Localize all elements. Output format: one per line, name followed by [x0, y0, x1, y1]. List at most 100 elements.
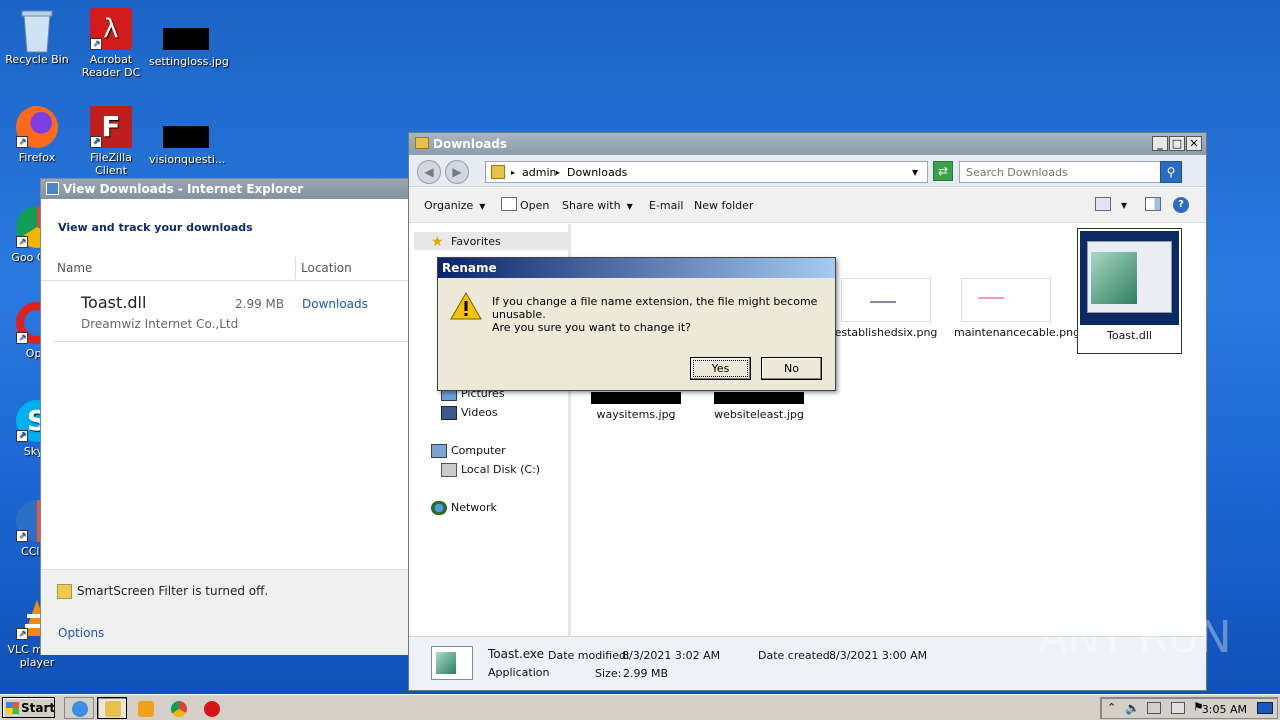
maximize-button[interactable]: □ — [1169, 136, 1185, 151]
search-input[interactable] — [960, 162, 1156, 182]
shortcut-arrow-icon: ↗ — [16, 236, 28, 248]
clock[interactable]: 3:05 AM — [1202, 703, 1247, 716]
nav-network[interactable]: Network — [431, 501, 497, 515]
desktop-icon-firefox[interactable]: ↗ Firefox — [0, 106, 74, 164]
taskbar-chrome-button[interactable] — [163, 697, 193, 719]
power-icon[interactable] — [1171, 702, 1185, 714]
chevron-up-icon[interactable]: ⌃ — [1107, 701, 1116, 714]
desktop-icon-settingloss[interactable]: settingloss.jpg — [149, 8, 229, 68]
filezilla-icon: F ↗ — [90, 106, 132, 148]
download-item-name[interactable]: Toast.dll — [81, 293, 146, 312]
column-divider — [295, 257, 296, 279]
organize-menu[interactable]: Organize ▼ — [424, 199, 485, 212]
nav-videos-label: Videos — [461, 406, 498, 419]
download-item-size: 2.99 MB — [235, 297, 285, 311]
smartscreen-text: SmartScreen Filter is turned off. — [77, 584, 269, 598]
close-button[interactable]: ✕ — [1186, 136, 1202, 151]
share-with-menu[interactable]: Share with ▼ — [562, 199, 633, 212]
yes-button[interactable]: Yes — [690, 357, 751, 380]
divider — [53, 341, 409, 342]
shortcut-arrow-icon: ↗ — [16, 628, 28, 640]
chevron-right-icon: ▸ — [511, 168, 516, 177]
file-item[interactable]: establishedsix.png — [834, 278, 938, 339]
warning-icon — [450, 291, 482, 320]
nav-local-disk-label: Local Disk (C:) — [461, 463, 541, 476]
column-name[interactable]: Name — [57, 261, 92, 275]
folder-icon — [105, 701, 121, 717]
ie-downloads-window[interactable]: View Downloads - Internet Explorer View … — [40, 178, 410, 655]
email-button[interactable]: E-mail — [649, 199, 684, 212]
breadcrumb-admin[interactable]: admin — [522, 166, 556, 179]
file-item[interactable]: maintenancecable.png — [954, 278, 1081, 339]
folder-icon — [491, 165, 505, 179]
file-item[interactable]: websiteleast.jpg — [707, 392, 811, 421]
search-icon[interactable]: ⚲ — [1160, 161, 1182, 183]
breadcrumb-downloads[interactable]: Downloads — [567, 166, 627, 179]
chevron-down-icon[interactable]: ▼ — [1121, 201, 1127, 210]
nav-favorites[interactable]: ★ Favorites — [431, 235, 501, 249]
taskbar-opera-button[interactable] — [196, 697, 226, 719]
details-modified: 8/3/2021 3:02 AM — [622, 649, 721, 662]
address-bar[interactable]: ▸ admin ▸ Downloads ▼ — [485, 161, 928, 183]
shortcut-arrow-icon: ↗ — [16, 332, 28, 344]
ie-footer: SmartScreen Filter is turned off. Option… — [41, 569, 409, 655]
new-folder-button[interactable]: New folder — [694, 199, 753, 212]
search-box[interactable]: ⚲ — [959, 161, 1182, 183]
rename-dialog-title[interactable]: Rename — [438, 258, 835, 278]
ie-heading: View and track your downloads — [58, 221, 253, 234]
no-button[interactable]: No — [761, 357, 822, 380]
open-button[interactable]: Open — [520, 199, 549, 212]
chevron-down-icon[interactable]: ▼ — [912, 168, 918, 177]
rename-question: Are you sure you want to change it? — [492, 321, 691, 334]
nav-local-disk[interactable]: Local Disk (C:) — [441, 463, 541, 477]
system-tray: ⌃ 🔈 ⚑ 3:05 AM — [1100, 697, 1278, 719]
drive-icon — [441, 463, 457, 477]
minimize-button[interactable]: _ — [1152, 136, 1168, 151]
file-item[interactable]: waysitems.jpg — [584, 392, 688, 421]
explorer-title-bar[interactable]: Downloads _ □ ✕ — [409, 133, 1206, 155]
media-player-icon — [138, 701, 154, 717]
image-thumbnail — [591, 392, 681, 404]
file-name: maintenancecable.png — [954, 326, 1081, 339]
ie-icon — [46, 182, 59, 195]
nav-videos[interactable]: Videos — [441, 406, 498, 420]
rename-dialog[interactable]: Rename If you change a file name extensi… — [437, 257, 836, 391]
column-location[interactable]: Location — [301, 261, 352, 275]
desktop-icon-visionquest[interactable]: visionquesti... — [149, 106, 225, 166]
ie-title-bar[interactable]: View Downloads - Internet Explorer — [41, 179, 409, 199]
network-icon — [431, 501, 447, 515]
file-item-selected[interactable]: Toast.dll — [1077, 228, 1182, 354]
show-desktop-icon[interactable] — [1257, 702, 1273, 714]
refresh-button[interactable]: ⇄ — [933, 161, 953, 181]
chevron-right-icon: ▸ — [556, 168, 561, 177]
volume-icon[interactable]: 🔈 — [1125, 701, 1140, 715]
forward-button[interactable]: ▶ — [445, 160, 469, 184]
options-link[interactable]: Options — [58, 626, 104, 640]
taskbar: Start ⌃ 🔈 ⚑ 3:05 AM — [0, 694, 1280, 720]
taskbar-media-player-button[interactable] — [130, 697, 160, 719]
download-item-location-link[interactable]: Downloads — [302, 297, 368, 311]
details-created-label: Date created: — [758, 649, 834, 662]
app-file-icon — [431, 646, 473, 680]
back-button[interactable]: ◀ — [417, 160, 441, 184]
desktop-icon-acrobat[interactable]: λ ↗ Acrobat Reader DC — [74, 8, 148, 79]
computer-icon — [431, 444, 447, 458]
taskbar-explorer-button[interactable] — [97, 697, 127, 719]
details-created: 8/3/2021 3:00 AM — [829, 649, 928, 662]
explorer-window[interactable]: Downloads _ □ ✕ ◀ ▶ ▸ admin ▸ Downloads … — [408, 132, 1207, 691]
desktop-icon-label: Recycle Bin — [5, 53, 69, 66]
file-thumbnail — [163, 126, 209, 148]
help-icon[interactable]: ? — [1173, 197, 1189, 213]
start-button[interactable]: Start — [2, 697, 55, 718]
preview-pane-icon[interactable] — [1145, 197, 1161, 211]
details-filename: Toast.exe — [488, 647, 545, 661]
desktop-icon-recycle-bin[interactable]: Recycle Bin — [0, 8, 74, 66]
view-options-icon[interactable] — [1095, 197, 1111, 211]
desktop-icon-filezilla[interactable]: F ↗ FileZilla Client — [74, 106, 148, 177]
file-name: Toast.dll — [1107, 329, 1152, 342]
file-name: waysitems.jpg — [596, 408, 676, 421]
taskbar-ie-button[interactable] — [64, 697, 94, 719]
image-thumbnail — [841, 278, 931, 322]
nav-computer[interactable]: Computer — [431, 444, 506, 458]
network-icon[interactable] — [1147, 702, 1161, 714]
